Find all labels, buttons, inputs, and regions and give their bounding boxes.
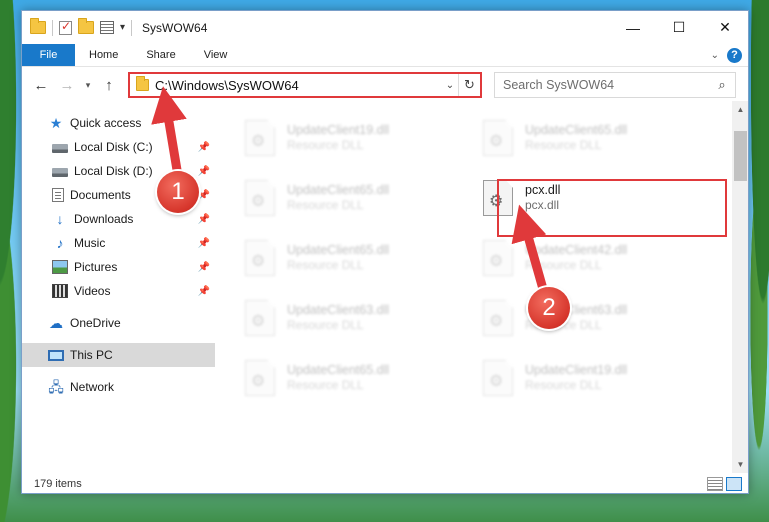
arrow-to-pcx-dll [511, 204, 550, 298]
step-2-badge: 2 [528, 287, 570, 329]
annotation-arrows [151, 86, 550, 298]
step-1-badge: 1 [157, 171, 199, 213]
arrow-to-address-bar [151, 86, 187, 177]
